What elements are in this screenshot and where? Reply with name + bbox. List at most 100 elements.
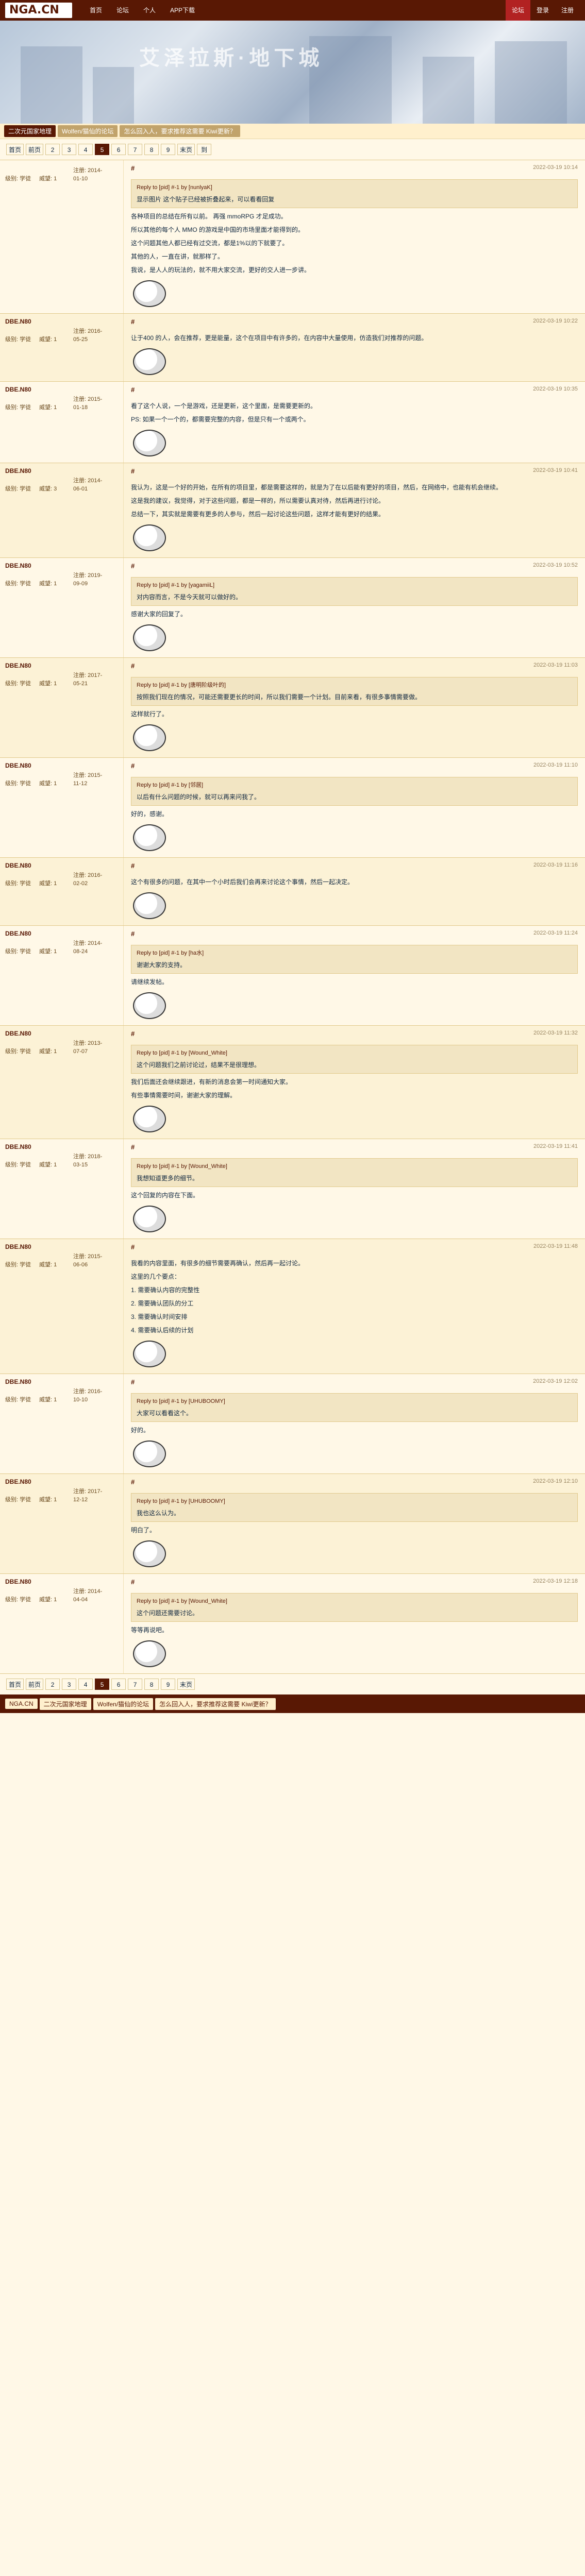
quote-text: 这个问题我们之前讨论过，结果不是很理想。	[137, 1061, 261, 1069]
user-stat: 级别: 学徒	[5, 948, 31, 955]
page-last-b[interactable]: 末页	[177, 1679, 195, 1690]
page-9-b[interactable]: 9	[161, 1679, 176, 1690]
user-stat: 注册: 2016-10-10	[73, 1388, 103, 1403]
post-floor[interactable]: #	[131, 164, 135, 172]
user-name[interactable]: DBE.N80	[5, 386, 31, 393]
quote-head[interactable]: Reply to [pid] #-1 by [ha水]	[137, 948, 572, 958]
post-floor[interactable]: #	[131, 467, 135, 475]
user-name[interactable]: DBE.N80	[5, 1578, 31, 1585]
page-prev-b[interactable]: 前页	[26, 1679, 44, 1690]
post-floor[interactable]: #	[131, 1143, 135, 1151]
sticker-icon	[133, 1540, 166, 1567]
user-stat: 威望: 1	[39, 581, 57, 587]
post-floor[interactable]: #	[131, 1378, 135, 1386]
page-7-b[interactable]: 7	[128, 1679, 143, 1690]
post-quote: Reply to [pid] #-1 by [Wound_White] 这个问题还…	[131, 1593, 578, 1622]
post-row: 级别: 学徒 威望: 1 注册: 2014-01-10 # 2022-03-19 1…	[0, 160, 585, 314]
page-goto[interactable]: 到	[197, 144, 212, 155]
user-name[interactable]: DBE.N80	[5, 930, 31, 937]
crumb-1[interactable]: 二次元国家地理	[4, 125, 56, 137]
page-6[interactable]: 6	[111, 144, 126, 155]
user-name[interactable]: DBE.N80	[5, 318, 31, 325]
post-content: Reply to [pid] #-1 by [yagamiiL] 对内容而言，不是…	[131, 577, 578, 653]
page-2-b[interactable]: 2	[45, 1679, 60, 1690]
post-floor[interactable]: #	[131, 762, 135, 770]
nav-forum[interactable]: 论坛	[109, 0, 136, 21]
quote-head[interactable]: Reply to [pid] #-1 by [Wound_White]	[137, 1162, 572, 1172]
page-5[interactable]: 5	[95, 144, 110, 155]
post-row: DBE.N80 级别: 学徒 威望: 1 注册: 2015-11-12 # 2022…	[0, 758, 585, 858]
post-floor[interactable]: #	[131, 930, 135, 938]
user-stats: 级别: 学徒 威望: 3 注册: 2014-06-01	[5, 477, 118, 493]
page-first-b[interactable]: 首页	[6, 1679, 24, 1690]
quote-head[interactable]: Reply to [pid] #-1 by [邻居]	[137, 781, 572, 790]
quote-head[interactable]: Reply to [pid] #-1 by [UHUBOOMY]	[137, 1397, 572, 1406]
page-first[interactable]: 首页	[6, 144, 24, 155]
page-8[interactable]: 8	[144, 144, 159, 155]
user-name[interactable]: DBE.N80	[5, 1478, 31, 1485]
post-paragraph: 4. 需要确认后续的计划	[131, 1327, 194, 1334]
user-name[interactable]: DBE.N80	[5, 662, 31, 669]
post-floor[interactable]: #	[131, 1243, 135, 1251]
quote-head[interactable]: Reply to [pid] #-1 by [yagamiiL]	[137, 581, 572, 590]
page-2[interactable]: 2	[45, 144, 60, 155]
bottom-crumb-1[interactable]: 二次元国家地理	[39, 1698, 91, 1710]
user-stats: 级别: 学徒 威望: 1 注册: 2014-08-24	[5, 939, 118, 956]
crumb-2[interactable]: Wolfen/猫仙的论坛	[58, 125, 118, 137]
post-floor[interactable]: #	[131, 862, 135, 870]
page-8-b[interactable]: 8	[144, 1679, 159, 1690]
page-6-b[interactable]: 6	[111, 1679, 126, 1690]
quote-head[interactable]: Reply to [pid] #-1 by [唐明阶级叶的]	[137, 681, 572, 690]
nav-app[interactable]: APP下载	[163, 0, 202, 21]
page-7[interactable]: 7	[128, 144, 143, 155]
user-stat: 注册: 2014-08-24	[73, 940, 103, 955]
user-name[interactable]: DBE.N80	[5, 562, 31, 569]
user-name[interactable]: DBE.N80	[5, 862, 31, 869]
crumb-3[interactable]: 怎么回入人，要求推荐这需要 Kiwi更新？	[120, 125, 240, 137]
nav-home[interactable]: 首页	[82, 0, 109, 21]
quote-head[interactable]: Reply to [pid] #-1 by [UHUBOOMY]	[137, 1497, 572, 1506]
post-floor[interactable]: #	[131, 1478, 135, 1486]
post-time: 2022-03-19 11:24	[533, 930, 578, 936]
user-info: DBE.N80 级别: 学徒 威望: 1 注册: 2016-10-10	[0, 1374, 124, 1473]
page-4[interactable]: 4	[78, 144, 93, 155]
page-prev[interactable]: 前页	[26, 144, 44, 155]
nav-forum-right[interactable]: 论坛	[505, 0, 530, 21]
quote-head[interactable]: Reply to [pid] #-1 by [Wound_White]	[137, 1048, 572, 1058]
post-floor[interactable]: #	[131, 662, 135, 670]
page-5-b[interactable]: 5	[95, 1679, 110, 1690]
user-stat: 级别: 学徒	[5, 486, 31, 492]
bottom-crumb-2[interactable]: Wolfen/猫仙的论坛	[93, 1698, 154, 1710]
user-stat: 级别: 学徒	[5, 1497, 31, 1503]
page-3-b[interactable]: 3	[62, 1679, 77, 1690]
page-4-b[interactable]: 4	[78, 1679, 93, 1690]
page-3[interactable]: 3	[62, 144, 77, 155]
post-body: # 2022-03-19 11:48 我看的内容里面，有很多的细节需要再确认，然…	[124, 1239, 585, 1374]
post-quote: Reply to [pid] #-1 by [ha水] 谢谢大家的支持。	[131, 945, 578, 974]
nav-register[interactable]: 注册	[555, 0, 580, 21]
post-time: 2022-03-19 12:10	[533, 1478, 578, 1484]
nav-personal[interactable]: 个人	[136, 0, 163, 21]
user-name[interactable]: DBE.N80	[5, 467, 31, 474]
post-floor[interactable]: #	[131, 562, 135, 570]
user-name[interactable]: DBE.N80	[5, 1143, 31, 1150]
page-9[interactable]: 9	[161, 144, 176, 155]
bottom-crumb-3[interactable]: 怎么回入人，要求推荐这需要 Kiwi更新？	[155, 1698, 276, 1710]
user-name[interactable]: DBE.N80	[5, 1378, 31, 1385]
page-last[interactable]: 末页	[177, 144, 195, 155]
post-floor[interactable]: #	[131, 1578, 135, 1586]
post-floor[interactable]: #	[131, 386, 135, 394]
user-name[interactable]: DBE.N80	[5, 762, 31, 769]
bottom-logo[interactable]: NGA.CN	[5, 1699, 38, 1709]
user-name[interactable]: DBE.N80	[5, 1030, 31, 1037]
site-logo[interactable]: NGA.CN	[5, 3, 72, 18]
quote-head[interactable]: Reply to [pid] #-1 by [Wound_White]	[137, 1597, 572, 1606]
user-info: DBE.N80 级别: 学徒 威望: 1 注册: 2016-05-25	[0, 314, 124, 381]
user-name[interactable]: DBE.N80	[5, 1243, 31, 1250]
post-floor[interactable]: #	[131, 1030, 135, 1038]
nav-login[interactable]: 登录	[530, 0, 555, 21]
user-info: DBE.N80 级别: 学徒 威望: 1 注册: 2016-02-02	[0, 858, 124, 925]
user-stat: 威望: 1	[39, 781, 57, 787]
post-floor[interactable]: #	[131, 318, 135, 326]
quote-head[interactable]: Reply to [pid] #-1 by [nunlyaK]	[137, 183, 572, 193]
